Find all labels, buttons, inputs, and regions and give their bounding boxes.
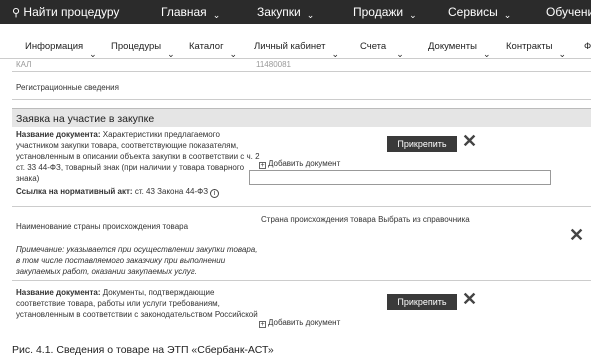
doc1-line-3: ст. 33 44-ФЗ, товарный знак (при наличии… [16,163,245,172]
search-icon: ⚲ [12,7,21,19]
country-input[interactable] [249,170,551,185]
country-note-0: Примечание: указывается при осуществлени… [16,245,258,254]
divider [12,99,591,100]
sub-nav-bar: Информация ⌄ Процедуры ⌄ Каталог ⌄ Личный к… [0,33,591,59]
top-nav-bar: ⚲ Найти процедуру Главная ⌄ Закупки ⌄ Прод… [0,0,591,24]
chevron-down-icon: ⌄ [331,49,340,59]
plus-icon: + [259,162,266,169]
doc2-add-document[interactable]: + Добавить документ [259,317,340,328]
subnav-contracts[interactable]: Контракты ⌄ [506,41,566,59]
doc2-attach-button[interactable]: Прикрепить [387,294,457,310]
subnav-more[interactable]: Ф [584,41,591,52]
plus-icon: + [259,321,266,328]
doc1-attach-button[interactable]: Прикрепить [387,136,457,152]
doc1-close-icon[interactable]: ✕ [462,132,477,150]
subnav-info[interactable]: Информация ⌄ [25,41,97,59]
subnav-documents[interactable]: Документы ⌄ [428,41,491,59]
doc2-line-0: Название документа: Документы, подтвержд… [16,288,215,297]
chevron-down-icon: ⌄ [482,49,491,59]
info-icon[interactable]: i [210,189,220,198]
chevron-down-icon: ⌄ [229,49,238,59]
doc1-line-1: участником закупки товара, соответствующ… [16,141,239,150]
doc2-line-1: соответствие товара, работы или услуги т… [16,299,220,308]
country-close-icon[interactable]: ✕ [569,226,584,244]
subnav-cabinet[interactable]: Личный кабинет ⌄ [254,41,339,59]
country-field-label: Страна происхождения товара Выбрать из с… [261,215,470,224]
nav-sales[interactable]: Продажи ⌄ [353,5,417,20]
chevron-down-icon: ⌄ [396,49,404,59]
subnav-accounts[interactable]: Счета ⌄ [360,41,404,59]
nav-purchases[interactable]: Закупки ⌄ [257,5,314,20]
nav-main[interactable]: Главная ⌄ [161,5,220,20]
doc2-line-2: установленным в соответствии с законодат… [16,310,258,319]
chevron-down-icon: ⌄ [409,10,417,20]
doc1-norm: Ссылка на нормативный акт: ст. 43 Закона… [16,186,220,198]
chevron-down-icon: ⌄ [558,49,566,59]
country-note-1: в том числе поставляемого заказчику при … [16,256,226,265]
chevron-down-icon: ⌄ [212,10,221,20]
chevron-down-icon: ⌄ [167,49,175,59]
cut-value: 11480081 [256,60,291,69]
doc1-line-2: установленным в описании объекта закупки… [16,152,260,161]
chevron-down-icon: ⌄ [503,10,512,20]
divider [12,280,591,281]
nav-learning[interactable]: Обучение [546,5,591,19]
search-link[interactable]: ⚲ Найти процедуру [12,5,119,19]
country-note-2: закупаемых работ, оказании закупаемых ус… [16,267,197,276]
divider [12,206,591,207]
figure-caption: Рис. 4.1. Сведения о товаре на ЭТП «Сбер… [12,344,274,356]
nav-services[interactable]: Сервисы ⌄ [448,5,511,20]
divider [12,71,591,72]
doc1-line-4: знака) [16,174,40,183]
chevron-down-icon: ⌄ [306,10,315,20]
registration-info: Регистрационные сведения [16,83,119,92]
country-pick-link[interactable]: Выбрать из справочника [378,215,470,224]
section-header: Заявка на участие в закупке [12,108,591,127]
cut-label: КАЛ [16,60,32,69]
doc1-add-document[interactable]: + Добавить документ [259,158,340,169]
doc1-line-0: Название документа: Характеристики предл… [16,130,220,139]
subnav-procedures[interactable]: Процедуры ⌄ [111,41,175,59]
country-label: Наименование страны происхождения товара [16,222,189,231]
subnav-catalog[interactable]: Каталог ⌄ [189,41,237,59]
chevron-down-icon: ⌄ [89,49,97,59]
doc2-close-icon[interactable]: ✕ [462,290,477,308]
